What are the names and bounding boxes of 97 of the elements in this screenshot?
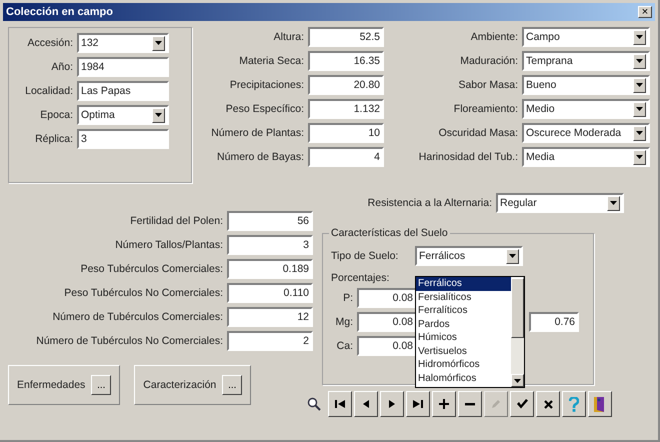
field-label: Mg: <box>334 316 353 328</box>
plus-icon <box>439 399 449 409</box>
input-field[interactable]: 2 <box>227 331 313 351</box>
field-label: Réplica: <box>34 133 73 145</box>
field-label: P: <box>342 292 353 304</box>
combo-box[interactable]: Medio <box>522 99 650 119</box>
input-field[interactable]: 0.189 <box>227 259 313 279</box>
input-field[interactable]: 1.132 <box>308 99 384 119</box>
minus-icon <box>465 402 475 406</box>
prev-button[interactable] <box>354 391 378 417</box>
field-label: Sabor Masa: <box>457 79 518 91</box>
input-field[interactable]: 52.5 <box>308 27 384 47</box>
field-label: Número Tallos/Plantas: <box>114 239 223 251</box>
right-triangle-icon <box>389 400 395 408</box>
field-label: Materia Seca: <box>238 55 304 67</box>
input-field[interactable]: 56 <box>227 211 313 231</box>
list-option[interactable]: Hidromórficos <box>416 358 511 372</box>
input-field[interactable]: 12 <box>227 307 313 327</box>
field-label: Ca: <box>336 340 353 352</box>
last-button[interactable] <box>406 391 430 417</box>
help-button[interactable] <box>562 391 586 417</box>
scrollbar[interactable] <box>511 277 524 387</box>
combo-box[interactable]: Oscurece Moderada <box>522 123 650 143</box>
field-label: Maduración: <box>459 55 518 67</box>
field-label: Altura: <box>272 31 304 43</box>
field-label: Número de Tubérculos Comerciales: <box>52 311 223 323</box>
combo-box[interactable]: Bueno <box>522 75 650 95</box>
field-label: Harinosidad del Tub.: <box>418 151 518 163</box>
input-field[interactable]: 0.110 <box>227 283 313 303</box>
field-label: Número de Tubérculos No Comerciales: <box>35 335 223 347</box>
add-button[interactable] <box>432 391 456 417</box>
field-label: Porcentajes: <box>331 272 390 284</box>
cancel-button[interactable] <box>536 391 560 417</box>
input-field[interactable]: 1984 <box>77 57 169 77</box>
field-label: Floreamiento: <box>452 103 518 115</box>
field-label: Localidad: <box>24 85 73 97</box>
field-label: Peso Tubérculos Comerciales: <box>80 263 223 275</box>
down-arrow-icon <box>514 378 521 382</box>
field-label: Peso Específico: <box>224 103 304 115</box>
input-field[interactable]: 0.08 <box>357 336 417 356</box>
field-label: Accesión: <box>26 37 73 49</box>
field-label: Tipo de Suelo: <box>331 250 400 262</box>
left-triangle-icon <box>363 400 369 408</box>
ellipsis-button[interactable]: ... <box>222 375 242 395</box>
list-option[interactable]: Halomórficos <box>416 372 511 385</box>
input-field[interactable]: 0.08 <box>357 288 417 308</box>
close-icon <box>544 400 552 408</box>
accept-button[interactable] <box>510 391 534 417</box>
next-button[interactable] <box>380 391 404 417</box>
field-label: Año: <box>50 61 73 73</box>
input-field[interactable]: 16.35 <box>308 51 384 71</box>
input-field[interactable]: 20.80 <box>308 75 384 95</box>
list-option[interactable]: Húmicos <box>416 331 511 344</box>
last-record-icon <box>413 400 423 408</box>
combo-box[interactable]: 132 <box>77 33 169 53</box>
field-label: Peso Tubérculos No Comerciales: <box>63 287 223 299</box>
window-title: Colección en campo <box>6 6 113 18</box>
field-label: Resistencia a la Alternaria: <box>366 197 492 209</box>
help-icon <box>569 396 579 412</box>
input-field[interactable]: 4 <box>308 147 384 167</box>
input-field[interactable]: 0.08 <box>357 312 417 332</box>
input-field[interactable]: 0.76 <box>529 312 579 332</box>
combo-box[interactable]: Ferrálicos <box>415 246 523 266</box>
close-button[interactable]: × <box>638 6 652 18</box>
combo-box[interactable]: Temprana <box>522 51 650 71</box>
group-title: Características del Suelo <box>329 227 450 239</box>
search-icon <box>307 397 321 411</box>
list-option[interactable]: Pardos <box>416 318 511 331</box>
input-field[interactable]: 3 <box>227 235 313 255</box>
button-label: Enfermedades <box>17 379 86 391</box>
field-label: Fertilidad del Polen: <box>129 215 223 227</box>
combo-box[interactable]: Media <box>522 147 650 167</box>
field-label: Número de Bayas: <box>216 151 304 163</box>
field-label: Oscuridad Masa: <box>438 127 518 139</box>
combo-box[interactable]: Optima <box>77 105 169 125</box>
exit-button[interactable] <box>588 391 612 417</box>
input-field[interactable]: Las Papas <box>77 81 169 101</box>
first-button[interactable] <box>328 391 352 417</box>
field-label: Ambiente: <box>470 31 518 43</box>
list-option[interactable]: Ferralíticos <box>416 304 511 318</box>
combo-box[interactable]: Regular <box>496 193 624 213</box>
ellipsis-button[interactable]: ... <box>91 375 112 395</box>
list-option[interactable]: Ferrálicos <box>416 277 511 290</box>
check-icon <box>516 399 528 409</box>
field-label: Precipitaciones: <box>228 79 304 91</box>
list-option[interactable]: Vertisuelos <box>416 344 511 358</box>
list-option[interactable]: Fersialíticos <box>416 290 511 304</box>
first-record-icon <box>335 400 345 408</box>
field-label: Número de Plantas: <box>210 127 304 139</box>
remove-button[interactable] <box>458 391 482 417</box>
combo-box[interactable]: Campo <box>522 27 650 47</box>
door-icon <box>593 396 607 412</box>
field-label: Epoca: <box>39 109 73 121</box>
button-label: Caracterización <box>143 379 216 391</box>
input-field[interactable]: 3 <box>77 129 169 149</box>
pencil-icon <box>491 399 501 409</box>
input-field[interactable]: 10 <box>308 123 384 143</box>
